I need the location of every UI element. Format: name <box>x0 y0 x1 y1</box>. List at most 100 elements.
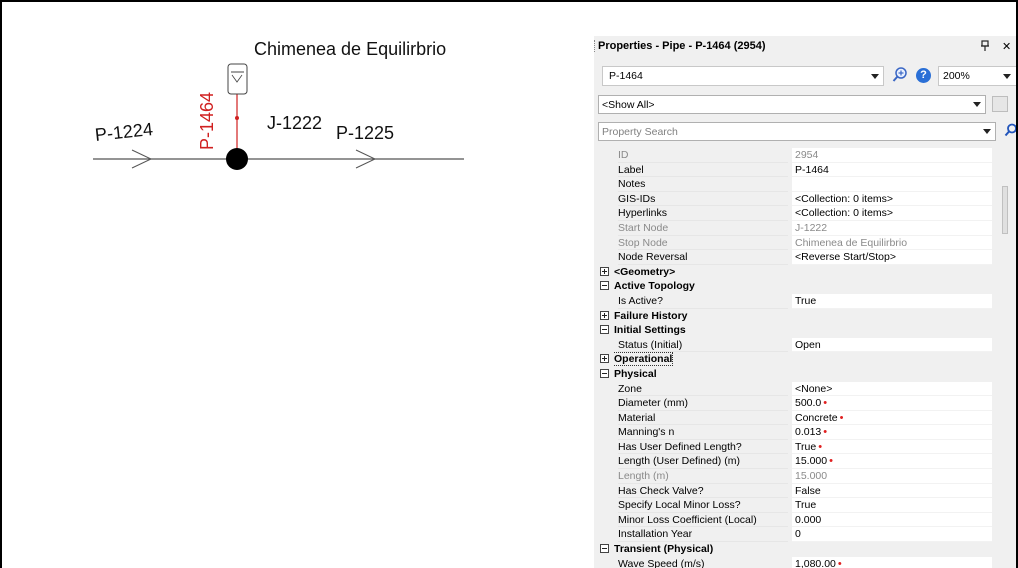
pin-icon[interactable] <box>980 40 990 55</box>
property-value[interactable]: True <box>792 293 992 309</box>
scrollbar-thumb[interactable] <box>1002 186 1008 234</box>
chevron-down-icon[interactable] <box>1003 74 1011 79</box>
property-row[interactable]: Specify Local Minor Loss? True <box>598 498 1008 513</box>
property-value-text: 0.013 <box>795 426 822 439</box>
property-row[interactable]: Label P-1464 <box>598 162 1008 178</box>
chevron-down-icon[interactable] <box>983 129 991 134</box>
property-row[interactable]: Start Node J-1222 <box>598 220 1008 236</box>
property-value[interactable]: True • <box>792 439 992 455</box>
collapse-icon[interactable] <box>600 325 609 335</box>
category-filter-select[interactable]: <Show All> <box>598 95 986 114</box>
category-label: Failure History <box>614 309 784 324</box>
property-value[interactable]: True <box>792 498 992 513</box>
chevron-down-icon[interactable] <box>973 102 981 107</box>
property-value[interactable] <box>792 177 992 192</box>
property-value-text: 500.0 <box>795 397 822 410</box>
property-name: GIS-IDs <box>618 192 788 207</box>
collapse-icon[interactable] <box>600 368 609 378</box>
property-row[interactable]: Stop Node Chimenea de Equilirbrio <box>598 235 1008 251</box>
property-row[interactable]: Status (Initial) Open <box>598 337 1008 353</box>
property-value[interactable]: 0.000 <box>792 512 992 528</box>
element-select-value: P-1464 <box>609 70 643 82</box>
property-row[interactable]: Installation Year 0 <box>598 527 1008 543</box>
modified-marker-icon: • <box>837 557 842 568</box>
property-row[interactable]: Node Reversal <Reverse Start/Stop> <box>598 250 1008 265</box>
property-value[interactable]: 15.000 <box>792 469 992 484</box>
property-row[interactable]: Length (User Defined) (m) 15.000 • <box>598 454 1008 470</box>
surge-tank-label[interactable]: Chimenea de Equilirbrio <box>254 40 446 58</box>
property-row[interactable]: Has User Defined Length? True • <box>598 439 1008 455</box>
category-row[interactable]: Transient (Physical) <box>598 542 1008 557</box>
property-value-text: 1,080.00 <box>795 557 836 568</box>
property-value[interactable]: Chimenea de Equilirbrio <box>792 235 992 251</box>
category-row[interactable]: Failure History <box>598 309 1008 324</box>
property-row[interactable]: Wave Speed (m/s) 1,080.00 • <box>598 556 1008 568</box>
property-name: Length (User Defined) (m) <box>618 454 788 470</box>
drawing-canvas[interactable]: Chimenea de Equilirbrio P-1224 J-1222 P-… <box>2 2 592 568</box>
category-row[interactable]: Initial Settings <box>598 323 1008 338</box>
property-value-text: True <box>795 294 817 307</box>
category-label: Physical <box>614 367 784 382</box>
property-row[interactable]: Manning's n 0.013 • <box>598 425 1008 440</box>
property-name: Has User Defined Length? <box>618 440 788 455</box>
property-value[interactable]: 0.013 • <box>792 425 992 440</box>
property-value[interactable]: 1,080.00 • <box>792 556 992 568</box>
property-value[interactable]: <Collection: 0 items> <box>792 191 992 207</box>
zoom-select[interactable]: 200% <box>938 66 1016 86</box>
modified-marker-icon: • <box>818 440 823 453</box>
chevron-down-icon[interactable] <box>871 74 879 79</box>
category-row[interactable]: Active Topology <box>598 279 1008 294</box>
property-value[interactable]: 15.000 • <box>792 454 992 470</box>
property-row[interactable]: Minor Loss Coefficient (Local) 0.000 <box>598 512 1008 528</box>
expand-icon[interactable] <box>600 354 609 364</box>
property-row[interactable]: Hyperlinks <Collection: 0 items> <box>598 206 1008 221</box>
property-value[interactable]: <Collection: 0 items> <box>792 206 992 221</box>
element-select[interactable]: P-1464 <box>602 66 884 86</box>
property-value[interactable]: J-1222 <box>792 220 992 236</box>
property-row[interactable]: ID 2954 <box>598 148 1008 163</box>
property-value[interactable]: P-1464 <box>792 162 992 178</box>
close-icon[interactable]: ✕ <box>1002 40 1011 53</box>
search-icon[interactable] <box>1004 123 1016 137</box>
property-value[interactable]: 500.0 • <box>792 396 992 411</box>
property-value[interactable]: Open <box>792 337 992 353</box>
property-row[interactable]: Diameter (mm) 500.0 • <box>598 396 1008 411</box>
collapse-icon[interactable] <box>600 544 609 554</box>
property-row[interactable]: Is Active? True <box>598 293 1008 309</box>
riser-pipe-label[interactable]: P-1464 <box>197 92 217 150</box>
junction-label[interactable]: J-1222 <box>267 114 322 132</box>
property-row[interactable]: Material Concrete • <box>598 410 1008 426</box>
property-value[interactable]: <Reverse Start/Stop> <box>792 250 992 265</box>
property-row[interactable]: GIS-IDs <Collection: 0 items> <box>598 191 1008 207</box>
category-row[interactable]: <Geometry> <box>598 265 1008 280</box>
filter-options-button[interactable] <box>992 96 1008 112</box>
property-value[interactable]: 2954 <box>792 148 992 163</box>
property-value[interactable]: 0 <box>792 527 992 543</box>
expand-icon[interactable] <box>600 310 609 320</box>
category-row[interactable]: Physical <box>598 367 1008 382</box>
property-row[interactable]: Length (m) 15.000 <box>598 469 1008 484</box>
help-icon[interactable]: ? <box>916 68 931 83</box>
property-name: Label <box>618 163 788 178</box>
property-value[interactable]: <None> <box>792 381 992 397</box>
property-value[interactable]: False <box>792 483 992 499</box>
property-name: Has Check Valve? <box>618 484 788 499</box>
junction-node <box>226 148 248 170</box>
collapse-icon[interactable] <box>600 281 609 291</box>
surge-tank-icon <box>227 63 248 95</box>
property-search-input[interactable]: Property Search <box>598 122 996 141</box>
property-row[interactable]: Notes <box>598 177 1008 192</box>
property-name: Material <box>618 411 788 426</box>
pipe-label-p1225[interactable]: P-1225 <box>336 124 394 142</box>
property-value-text: 0.000 <box>795 513 822 526</box>
panel-grip[interactable] <box>594 40 597 52</box>
zoom-to-icon[interactable] <box>892 67 908 83</box>
property-value[interactable]: Concrete • <box>792 410 992 426</box>
expand-icon[interactable] <box>600 266 609 276</box>
property-name: Diameter (mm) <box>618 396 788 411</box>
property-name: Hyperlinks <box>618 206 788 221</box>
property-value-text: <None> <box>795 382 833 395</box>
category-row[interactable]: Operational <box>598 352 1008 367</box>
property-row[interactable]: Has Check Valve? False <box>598 483 1008 499</box>
property-row[interactable]: Zone <None> <box>598 381 1008 397</box>
